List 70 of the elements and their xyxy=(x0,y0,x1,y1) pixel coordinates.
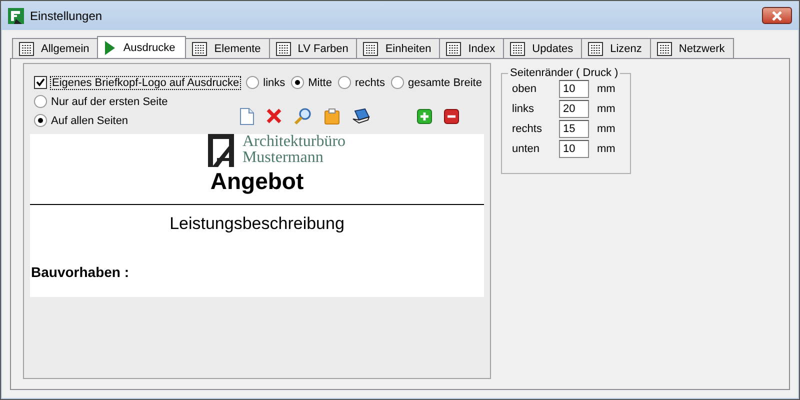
unit-label: mm xyxy=(597,83,616,95)
alignment-radio[interactable]: rechts xyxy=(338,76,385,89)
margin-field[interactable]: 20 xyxy=(559,100,589,118)
remove-icon[interactable] xyxy=(444,108,459,124)
pages-radio[interactable]: Auf allen Seiten xyxy=(34,114,240,127)
close-button[interactable] xyxy=(762,7,792,24)
grid-icon xyxy=(192,42,208,56)
radio-circle[interactable] xyxy=(291,76,304,89)
project-label: Bauvorhaben : xyxy=(30,264,130,280)
checkbox[interactable] xyxy=(34,76,47,89)
logo-checkbox[interactable]: Eigenes Briefkopf-Logo auf Ausdrucke xyxy=(34,76,240,89)
pages-radio[interactable]: Nur auf der ersten Seite xyxy=(34,95,240,108)
checkbox-label: Eigenes Briefkopf-Logo auf Ausdrucke xyxy=(51,76,240,88)
grid-icon xyxy=(588,42,604,56)
tab[interactable]: Lizenz xyxy=(581,38,651,58)
search-icon[interactable] xyxy=(294,107,312,125)
radio-label: Mitte xyxy=(308,76,332,88)
margin-field[interactable]: 10 xyxy=(559,80,589,98)
tab[interactable]: Einheiten xyxy=(356,38,440,58)
group-title: Seitenränder ( Druck ) xyxy=(509,67,620,79)
margin-label: oben xyxy=(512,83,538,95)
margin-label: unten xyxy=(512,143,541,155)
margin-label: rechts xyxy=(512,123,543,135)
scanner-icon[interactable] xyxy=(352,108,370,124)
tab[interactable]: Netzwerk xyxy=(650,38,734,58)
logo-text: Mustermann xyxy=(242,150,324,166)
radio-label: Nur auf der ersten Seite xyxy=(51,96,168,108)
window-title: Einstellungen xyxy=(30,8,104,22)
logo-text: Architekturbüro xyxy=(242,134,346,150)
grid-icon xyxy=(276,42,291,56)
add-icon[interactable] xyxy=(417,108,432,124)
grid-icon xyxy=(656,42,672,56)
radio-circle[interactable] xyxy=(338,76,351,89)
tab[interactable]: Updates xyxy=(503,38,582,58)
grid-icon xyxy=(446,42,462,56)
margin-field[interactable]: 10 xyxy=(559,140,589,158)
alignment-radio[interactable]: Mitte xyxy=(291,76,332,89)
grid-icon xyxy=(510,42,526,56)
new-document-icon[interactable] xyxy=(240,108,254,124)
margin-field[interactable]: 15 xyxy=(559,120,589,138)
radio-circle[interactable] xyxy=(390,76,404,89)
grid-icon xyxy=(363,42,378,56)
tab[interactable]: Index xyxy=(439,38,504,58)
tab[interactable]: Elemente xyxy=(185,38,270,58)
tab[interactable]: Allgemein xyxy=(12,38,98,58)
radio-label: gesamte Breite xyxy=(408,76,482,88)
radio-label: links xyxy=(263,76,286,88)
unit-label: mm xyxy=(597,123,616,135)
close-icon xyxy=(771,10,783,20)
logo-mark-icon xyxy=(208,134,234,167)
tab[interactable]: LV Farben xyxy=(268,38,358,58)
check-icon xyxy=(36,78,45,87)
tab[interactable]: Ausdrucke xyxy=(97,36,186,58)
radio-circle[interactable] xyxy=(246,76,260,89)
margin-label: links xyxy=(512,103,536,115)
play-icon xyxy=(104,40,116,56)
radio-label: Auf allen Seiten xyxy=(51,114,128,126)
radio-circle[interactable] xyxy=(34,114,47,127)
document-title: Angebot xyxy=(209,168,305,194)
radio-label: rechts xyxy=(354,76,385,88)
app-icon xyxy=(7,6,25,24)
radio-circle[interactable] xyxy=(34,95,47,108)
delete-icon[interactable] xyxy=(266,108,282,124)
unit-label: mm xyxy=(597,143,616,155)
document-subtitle: Leistungsbeschreibung xyxy=(168,214,346,234)
alignment-radio[interactable]: gesamte Breite xyxy=(390,76,482,89)
clipboard-icon[interactable] xyxy=(324,108,340,124)
alignment-radio[interactable]: links xyxy=(246,76,286,89)
grid-icon xyxy=(19,42,34,56)
unit-label: mm xyxy=(597,103,616,115)
